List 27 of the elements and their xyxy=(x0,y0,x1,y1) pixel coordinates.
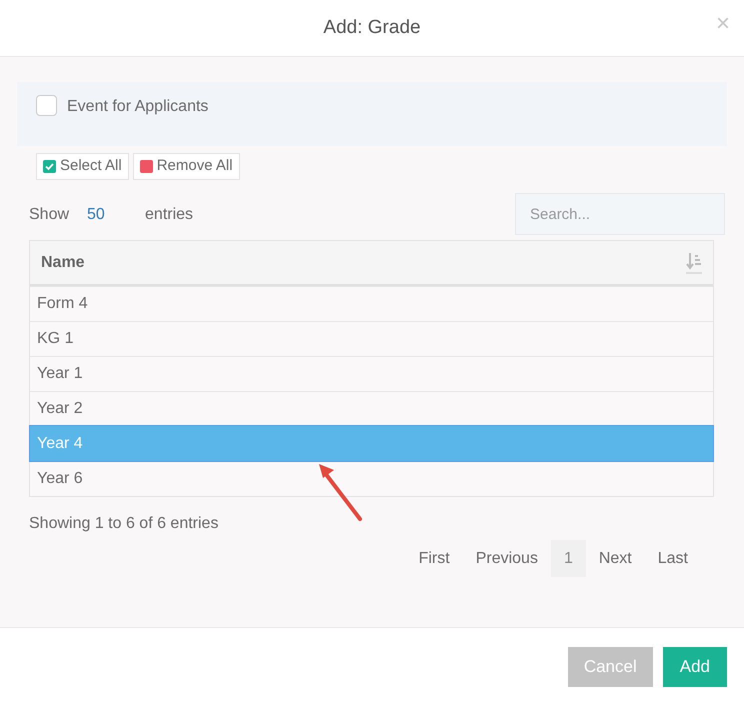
pagination-link[interactable]: Last xyxy=(644,540,701,577)
checkbox-label: Event for Applicants xyxy=(67,97,208,117)
table-cell-text: Year 1 xyxy=(37,364,83,384)
table-info: Showing 1 to 6 of 6 entries xyxy=(29,514,220,534)
column-header[interactable]: Name xyxy=(30,241,713,286)
checked-box-icon xyxy=(43,160,56,173)
table-cell-text: Form 4 xyxy=(37,294,88,314)
remove-all-button[interactable]: Remove All xyxy=(132,153,240,180)
show-label: Show xyxy=(29,205,70,225)
table-cell-text: Year 4 xyxy=(37,434,83,454)
page-size-select[interactable]: 50 xyxy=(87,203,146,227)
table-cell-text: Year 6 xyxy=(37,469,83,489)
pagination-link[interactable]: 1 xyxy=(550,540,586,577)
table-cell-text: KG 1 xyxy=(37,329,74,349)
select-all-button[interactable]: Select All xyxy=(36,153,129,180)
entries-label: entries xyxy=(145,205,194,225)
table-cell-text: Year 2 xyxy=(37,399,83,419)
pagination-link[interactable]: Previous xyxy=(462,540,551,577)
square-icon xyxy=(140,160,153,173)
pagination-link[interactable]: First xyxy=(406,540,463,577)
search-field[interactable]: Search... xyxy=(515,193,725,235)
checkbox[interactable] xyxy=(36,95,57,116)
pagination-link[interactable]: Next xyxy=(586,540,645,577)
add-button[interactable]: Add xyxy=(662,647,727,687)
dialog-title: Add: Grade xyxy=(323,16,421,40)
sort-icon xyxy=(686,252,702,274)
table-row[interactable]: Year 2 xyxy=(30,391,713,426)
